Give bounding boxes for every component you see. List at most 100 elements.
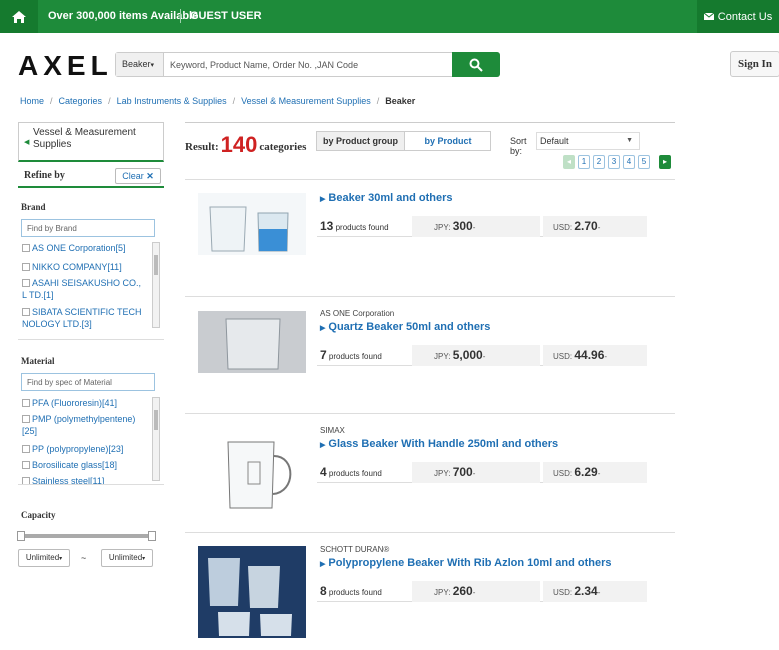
capacity-min-select[interactable]: Unlimited▾ <box>18 549 70 567</box>
usd-value: 2.70 <box>574 219 598 233</box>
breadcrumb-home[interactable]: Home <box>20 96 44 106</box>
search-category-select[interactable]: Beaker▾ <box>116 53 164 76</box>
tab-by-product[interactable]: by Product <box>405 132 491 150</box>
clear-button[interactable]: Clear ✕ <box>115 168 161 184</box>
search-input[interactable]: Keyword, Product Name, Order No. ,JAN Co… <box>170 60 358 70</box>
breadcrumb-lab-instruments[interactable]: Lab Instruments & Supplies <box>117 96 227 106</box>
home-button[interactable] <box>0 0 38 33</box>
sign-in-button[interactable]: Sign In <box>730 51 779 77</box>
product-card: SCHOTT DURAN® ▶ Polypropylene Beaker With… <box>185 532 675 650</box>
brand-scrollbar[interactable] <box>152 242 160 328</box>
product-count: 7 products found <box>317 345 407 366</box>
material-option[interactable]: PMP (polymethylpentene)[25] <box>22 413 147 437</box>
material-option[interactable]: PP (polypropylene)[23] <box>22 443 147 455</box>
product-stats: 4 products found JPY: 700- USD: 6.29- <box>317 462 647 483</box>
next-page-button[interactable]: ▸ <box>659 155 671 169</box>
page-1[interactable]: 1 <box>578 155 590 169</box>
jpy-value: 300 <box>452 219 473 233</box>
jpy-price: JPY: 300- <box>412 216 540 237</box>
caret-right-icon: ▶ <box>320 561 326 568</box>
caret-right-icon: ▶ <box>320 442 326 449</box>
divider <box>180 9 181 23</box>
material-option-label: PFA (Fluororesin)[41] <box>32 398 118 408</box>
mail-icon <box>703 13 714 20</box>
beaker-image <box>198 432 306 516</box>
product-count: 8 products found <box>317 581 407 602</box>
product-stats: 13 products found JPY: 300- USD: 2.70- <box>317 216 647 237</box>
refine-title: Refine by <box>24 170 65 181</box>
product-name-link[interactable]: ▶ Polypropylene Beaker With Rib Azlon 10m… <box>320 557 612 569</box>
slider-max-handle[interactable] <box>148 531 156 541</box>
checkbox[interactable] <box>22 279 30 287</box>
checkbox[interactable] <box>22 399 30 407</box>
usd-price: USD: 2.70- <box>543 216 647 237</box>
contact-us-link[interactable]: Contact Us <box>697 0 779 33</box>
page-4[interactable]: 4 <box>623 155 635 169</box>
brand-filter-input[interactable]: Find by Brand <box>21 219 155 237</box>
prev-page-button[interactable]: ◂ <box>563 155 575 169</box>
material-filter-input[interactable]: Find by spec of Material <box>21 373 155 391</box>
product-stats: 7 products found JPY: 5,000- USD: 44.96- <box>317 345 647 366</box>
sort-label: Sort by: <box>510 136 527 156</box>
parent-category-link[interactable]: ◀ Vessel & Measurement Supplies <box>18 122 164 162</box>
sort-value: Default <box>540 136 569 146</box>
sort-select[interactable]: Default ▼ <box>536 132 640 150</box>
capacity-max-select[interactable]: Unlimited▾ <box>101 549 153 567</box>
breadcrumb-categories[interactable]: Categories <box>59 96 103 106</box>
product-image[interactable] <box>198 546 306 638</box>
material-option[interactable]: Stainless steel[11] <box>22 475 147 485</box>
usd-value: 2.34 <box>574 584 598 598</box>
usd-label: USD: <box>553 588 573 597</box>
capacity-slider[interactable] <box>17 531 156 541</box>
capacity-min-label: Unlimited <box>25 553 60 562</box>
beaker-image <box>198 311 306 373</box>
search-button[interactable] <box>452 52 500 77</box>
checkbox[interactable] <box>22 244 30 252</box>
brand-option-label: ASAHI SEISAKUSHO CO., L TD.[1] <box>22 278 142 300</box>
breadcrumb: Home / Categories / Lab Instruments & Suppli… <box>20 96 416 106</box>
material-option-label: Stainless steel[11] <box>32 476 105 485</box>
jpy-value: 700 <box>452 465 473 479</box>
checkbox[interactable] <box>22 308 30 316</box>
brand-option[interactable]: NIKKO COMPANY[11] <box>22 261 147 273</box>
slider-min-handle[interactable] <box>17 531 25 541</box>
count-value: 4 <box>320 465 327 479</box>
product-name-link[interactable]: ▶ Quartz Beaker 50ml and others <box>320 321 490 333</box>
breadcrumb-current: Beaker <box>385 96 416 106</box>
page-5[interactable]: 5 <box>638 155 650 169</box>
product-name-link[interactable]: ▶ Beaker 30ml and others <box>320 192 453 204</box>
usd-label: USD: <box>553 223 573 232</box>
checkbox[interactable] <box>22 477 30 484</box>
material-option-label: Borosilicate glass[18] <box>32 460 118 470</box>
page-2[interactable]: 2 <box>593 155 605 169</box>
page-3[interactable]: 3 <box>608 155 620 169</box>
product-count: 4 products found <box>317 462 407 483</box>
product-name-link[interactable]: ▶ Glass Beaker With Handle 250ml and othe… <box>320 438 558 450</box>
capacity-max-label: Unlimited <box>108 553 143 562</box>
material-option[interactable]: PFA (Fluororesin)[41] <box>22 397 147 409</box>
product-image[interactable] <box>198 193 306 255</box>
breadcrumb-vessel[interactable]: Vessel & Measurement Supplies <box>241 96 371 106</box>
brand-option-label: NIKKO COMPANY[11] <box>32 262 122 272</box>
refine-header: Refine by Clear ✕ <box>18 166 164 188</box>
search-category-label: Beaker <box>122 59 151 69</box>
product-maker: AS ONE Corporation <box>320 309 395 318</box>
axel-logo[interactable]: AXEL <box>18 50 113 82</box>
product-stats: 8 products found JPY: 260- USD: 2.34- <box>317 581 647 602</box>
material-scrollbar[interactable] <box>152 397 160 481</box>
jpy-value: 260 <box>452 584 473 598</box>
material-option[interactable]: Borosilicate glass[18] <box>22 459 147 471</box>
brand-option[interactable]: SIBATA SCIENTIFIC TECH NOLOGY LTD.[3] <box>22 306 147 330</box>
brand-option[interactable]: ASAHI SEISAKUSHO CO., L TD.[1] <box>22 277 147 301</box>
product-name: Glass Beaker With Handle 250ml and other… <box>328 438 559 450</box>
checkbox[interactable] <box>22 445 30 453</box>
checkbox[interactable] <box>22 263 30 271</box>
checkbox[interactable] <box>22 415 30 423</box>
jpy-label: JPY: <box>434 352 451 361</box>
product-image[interactable] <box>198 311 306 373</box>
product-image[interactable] <box>198 432 306 516</box>
material-option-label: PMP (polymethylpentene)[25] <box>22 414 136 436</box>
tab-by-product-group[interactable]: by Product group <box>317 132 405 150</box>
checkbox[interactable] <box>22 461 30 469</box>
brand-option[interactable]: AS ONE Corporation[5] <box>22 242 147 254</box>
